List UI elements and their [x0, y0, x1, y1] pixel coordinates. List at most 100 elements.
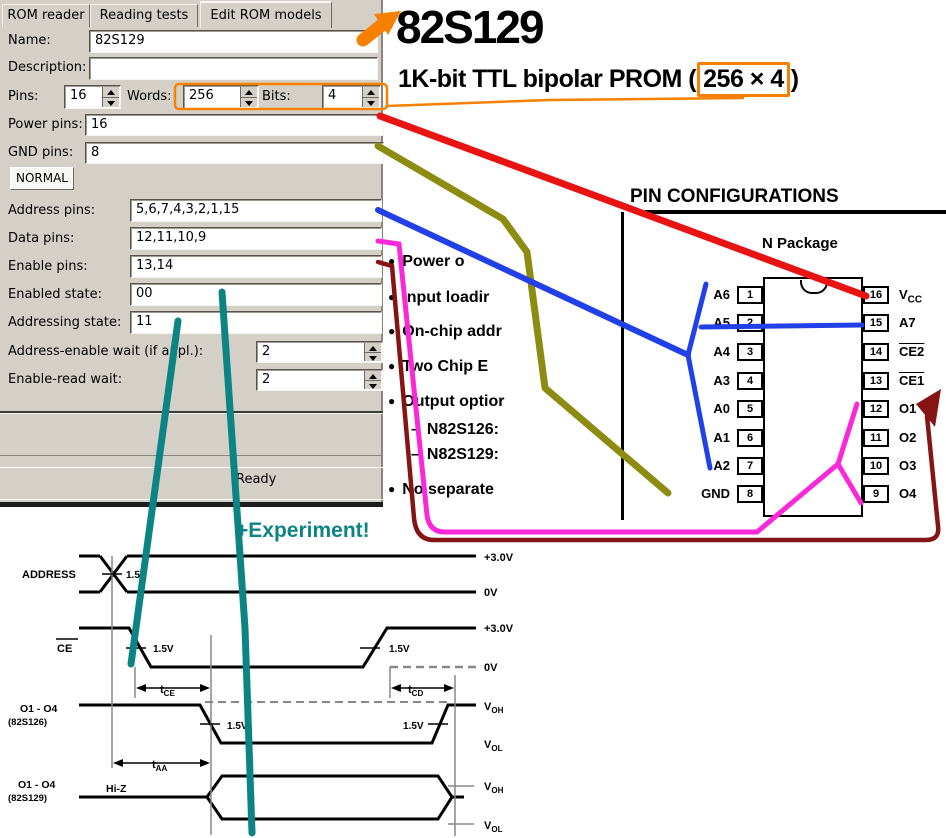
pin-label-ce2: CE2 — [899, 344, 924, 359]
pins-spinbox[interactable]: 16 — [64, 85, 121, 109]
timing-diagram: ADDRESS CE 1.5V 1.5V 1.5V 1.5V 1.5V +3.0… — [0, 540, 540, 838]
data-pins-input[interactable]: 12,11,10,9 — [130, 227, 382, 250]
pin-number: 16 — [863, 286, 889, 304]
pin-box-top-rule — [645, 210, 946, 214]
threshold-label: 1.5V — [227, 721, 248, 732]
level-label-3v: +3.0V — [484, 552, 514, 564]
rom-tool-window: ROM reader Reading tests Edit ROM models… — [0, 0, 383, 507]
spin-down-icon[interactable] — [103, 98, 119, 108]
pin-number: 4 — [737, 372, 763, 390]
tab-edit-rom-models[interactable]: Edit ROM models — [200, 1, 332, 28]
screen: ROM reader Reading tests Edit ROM models… — [0, 0, 946, 838]
level-label-vol: VOL — [484, 739, 503, 753]
addressing-state-input[interactable]: 11 — [130, 311, 382, 334]
bullet-icon: ● — [388, 254, 395, 268]
spin-down-icon[interactable] — [241, 98, 257, 108]
experiment-note: +Experiment! — [236, 519, 370, 543]
feature-item: ●Input loadir — [388, 289, 489, 307]
spin-down-icon[interactable] — [365, 353, 381, 362]
name-label: Name: — [8, 33, 51, 48]
feature-text: N82S126: — [427, 421, 499, 438]
pin-number: 13 — [863, 372, 889, 390]
bits-spinbox[interactable]: 4 — [322, 85, 381, 109]
pins-spin-buttons[interactable] — [102, 87, 119, 107]
pin-number: 3 — [737, 343, 763, 361]
pin-label-vcc: VCC — [899, 287, 922, 306]
level-label-0v: 0V — [484, 662, 498, 674]
power-pins-value: 16 — [91, 117, 108, 132]
tab-rom-reader[interactable]: ROM reader — [2, 4, 90, 27]
addressing-state-label: Addressing state: — [8, 315, 121, 330]
pin-label-a4: A4 — [670, 344, 730, 359]
bullet-icon: ● — [388, 394, 395, 408]
spin-up-icon[interactable] — [365, 343, 381, 353]
pin-configurations-heading: PIN CONFIGURATIONS — [630, 186, 839, 208]
hiz-label: Hi-Z — [106, 783, 127, 795]
subtitle-prefix: 1K-bit TTL bipolar PROM ( — [398, 65, 696, 93]
pin-number: 5 — [737, 400, 763, 418]
o126-device-label: (82S126) — [8, 717, 47, 728]
address-pins-value: 5,6,7,4,3,2,1,15 — [136, 202, 239, 217]
spin-up-icon[interactable] — [365, 371, 381, 381]
tab-reading-tests[interactable]: Reading tests — [90, 4, 198, 27]
o129-device-label: (82S129) — [8, 793, 47, 804]
divider — [0, 413, 383, 414]
feature-text: Power o — [402, 253, 464, 270]
pins-value: 16 — [70, 88, 87, 103]
maroon-arrow-head-icon — [916, 389, 941, 427]
feature-subitem: –N82S126: — [411, 421, 499, 439]
feature-item: ●Output optior — [388, 393, 504, 411]
power-pins-input[interactable]: 16 — [85, 114, 384, 136]
name-input[interactable]: 82S129 — [89, 30, 378, 53]
pin-number: 6 — [737, 429, 763, 447]
feature-item: ●Two Chip E — [388, 358, 488, 376]
words-spin-buttons[interactable] — [240, 87, 257, 107]
feature-item: ●On-chip addr — [388, 323, 502, 341]
spin-up-icon[interactable] — [241, 87, 257, 98]
spin-up-icon[interactable] — [103, 87, 119, 98]
bits-spin-buttons[interactable] — [362, 87, 379, 107]
o126-signal-label: O1 - O4 — [20, 703, 58, 715]
address-pins-input[interactable]: 5,6,7,4,3,2,1,15 — [130, 199, 382, 222]
enable-read-wait-label: Enable-read wait: — [8, 372, 122, 387]
pin-label-ce1: CE1 — [899, 373, 924, 388]
pin-label-o3: O3 — [899, 458, 916, 473]
power-pins-label: Power pins: — [8, 117, 83, 132]
pin-label-a3: A3 — [670, 373, 730, 388]
package-label: N Package — [762, 235, 838, 252]
enable-pins-input[interactable]: 13,14 — [130, 255, 382, 278]
tab-normal[interactable]: NORMAL — [10, 167, 74, 190]
pin-box-left-rule — [621, 212, 624, 520]
enabled-state-input[interactable]: 00 — [130, 283, 382, 306]
dip-package-body — [763, 277, 863, 517]
words-label: Words: — [127, 89, 172, 104]
pin-label-a1: A1 — [670, 430, 730, 445]
bullet-icon: ● — [388, 324, 395, 338]
words-spinbox[interactable]: 256 — [183, 85, 259, 109]
wait-spin-buttons[interactable] — [364, 343, 381, 361]
subtitle-suffix: ) — [791, 65, 799, 93]
vcc-sub: CC — [908, 295, 922, 306]
threshold-label: 1.5V — [126, 570, 147, 581]
enable-read-wait-spinbox[interactable]: 2 — [256, 369, 383, 391]
feature-item: ● Power o — [388, 253, 464, 271]
description-input[interactable] — [89, 57, 378, 80]
wait-spin-buttons[interactable] — [364, 371, 381, 389]
dash-icon: – — [411, 446, 420, 463]
enabled-state-label: Enabled state: — [8, 287, 102, 302]
divider — [0, 499, 383, 500]
pin-label-o2: O2 — [899, 430, 916, 445]
bullet-icon: ● — [388, 359, 395, 373]
gnd-pins-input[interactable]: 8 — [85, 142, 384, 164]
address-enable-wait-spinbox[interactable]: 2 — [256, 341, 383, 363]
gnd-pins-value: 8 — [91, 145, 99, 160]
pin-label-gnd: GND — [670, 486, 730, 501]
status-text: Ready — [236, 472, 276, 487]
spin-up-icon[interactable] — [363, 87, 379, 98]
tce-label: tCE — [160, 684, 175, 698]
pin-number: 10 — [863, 457, 889, 475]
spin-down-icon[interactable] — [365, 381, 381, 390]
datasheet-title: 82S129 — [396, 0, 543, 54]
spin-down-icon[interactable] — [363, 98, 379, 108]
ce-signal-label: CE — [57, 643, 72, 655]
